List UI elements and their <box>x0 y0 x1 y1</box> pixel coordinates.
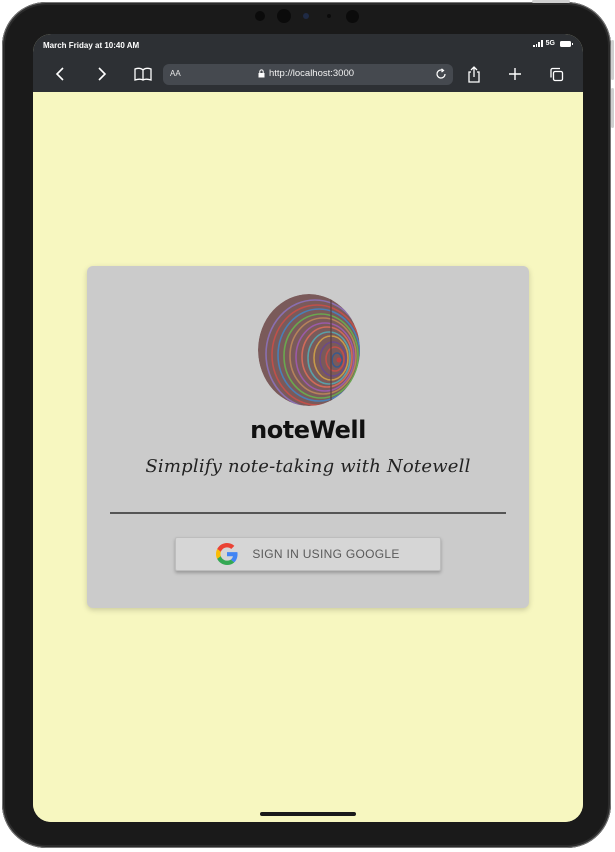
google-icon <box>216 543 238 565</box>
volume-button <box>611 40 614 80</box>
reload-button[interactable] <box>433 66 449 82</box>
tabs-icon <box>549 67 563 81</box>
camera-bar <box>0 0 615 30</box>
signal-icon <box>533 40 543 47</box>
new-tab-button[interactable] <box>504 63 526 85</box>
divider <box>110 512 506 514</box>
browser-chrome: March Friday at 10:40 AM 5G AA http://lo… <box>33 34 583 92</box>
lock-icon <box>258 69 265 78</box>
volume-button <box>611 88 614 128</box>
new-tab-icon <box>509 68 521 80</box>
back-icon <box>55 67 64 81</box>
login-card: noteWell Simplify note-taking with Notew… <box>87 266 529 608</box>
home-indicator[interactable] <box>260 812 356 816</box>
battery-icon <box>560 40 573 47</box>
forward-button[interactable] <box>90 63 112 85</box>
brand-name: noteWell <box>250 416 366 444</box>
notewell-logo <box>258 294 360 406</box>
network-label: 5G <box>545 40 555 47</box>
top-button <box>532 0 570 3</box>
tabs-button[interactable] <box>545 63 567 85</box>
web-page: noteWell Simplify note-taking with Notew… <box>33 92 583 822</box>
google-signin-button[interactable]: SIGN IN USING GOOGLE <box>175 537 441 571</box>
reader-button[interactable]: AA <box>170 69 181 78</box>
bookmarks-button[interactable] <box>132 63 154 85</box>
forward-icon <box>98 67 107 81</box>
share-button[interactable] <box>463 63 485 85</box>
status-time: March Friday at 10:40 AM <box>43 41 140 50</box>
screen: March Friday at 10:40 AM 5G AA http://lo… <box>33 34 583 822</box>
share-icon <box>468 65 480 83</box>
address-bar[interactable]: AA http://localhost:3000 <box>163 64 453 85</box>
status-indicators: 5G <box>533 40 573 47</box>
bookmarks-icon <box>134 67 152 81</box>
url-text: http://localhost:3000 <box>269 68 355 79</box>
tagline: Simplify note-taking with Notewell <box>145 456 471 477</box>
back-button[interactable] <box>50 63 72 85</box>
reload-icon <box>436 68 446 79</box>
google-signin-label: SIGN IN USING GOOGLE <box>252 547 400 561</box>
